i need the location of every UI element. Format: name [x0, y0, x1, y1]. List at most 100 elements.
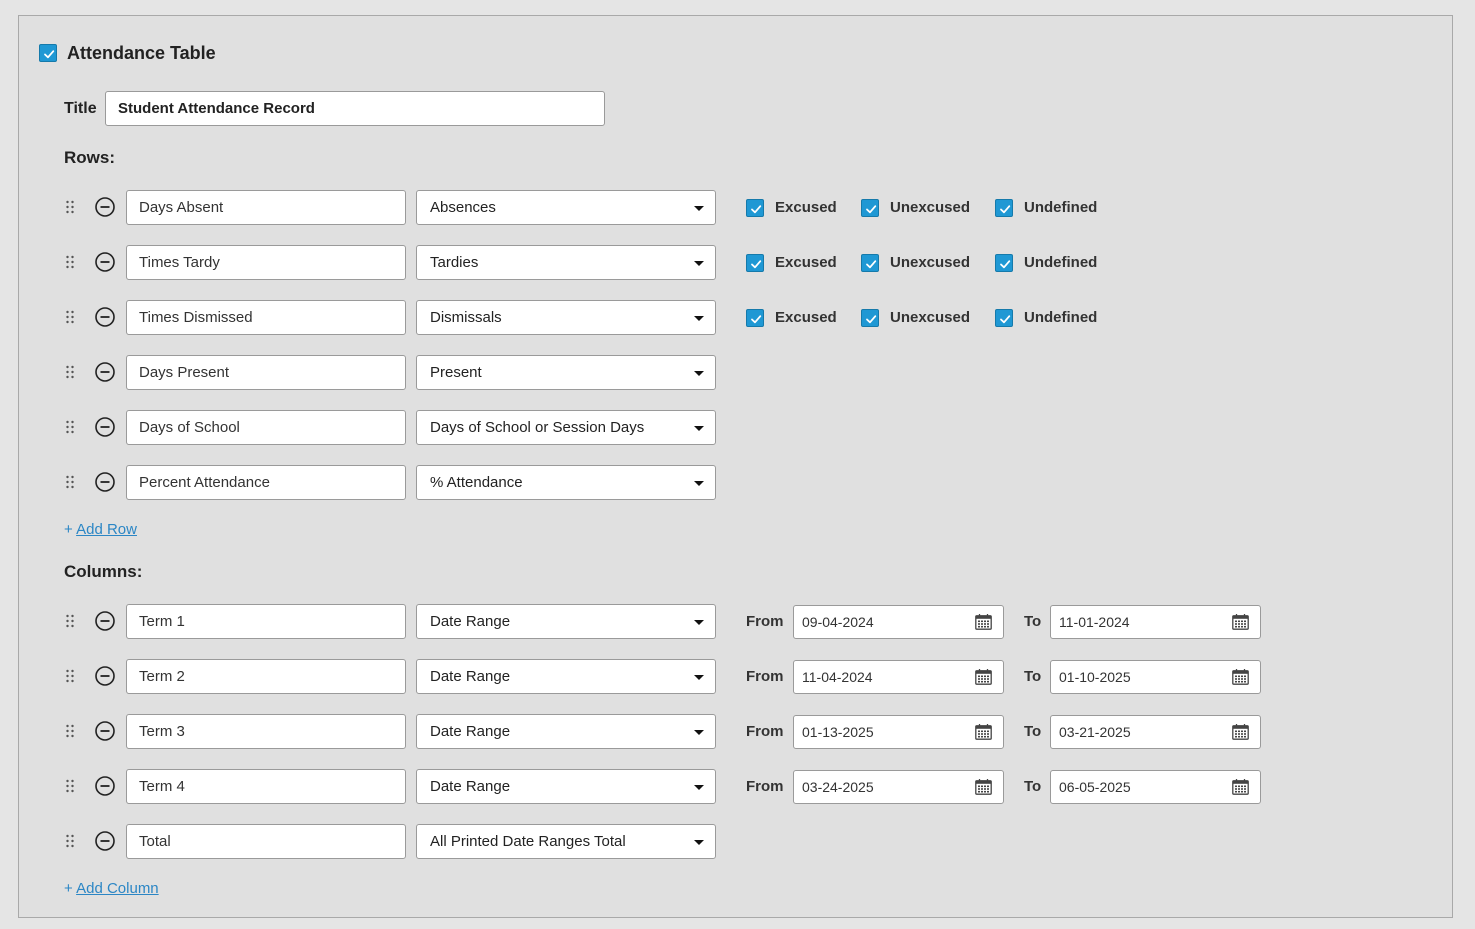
add-column-label: Add Column [76, 880, 159, 897]
calendar-icon[interactable] [975, 724, 992, 740]
remove-row-icon[interactable] [95, 417, 115, 437]
undefined-label: Undefined [1024, 254, 1098, 271]
row-label-input[interactable]: Percent Attendance [126, 465, 406, 500]
excused-label: Excused [775, 254, 837, 271]
row-type-select[interactable]: Days of School or Session Days [416, 410, 716, 445]
column-label-input[interactable]: Total [126, 824, 406, 859]
row-label-input[interactable]: Times Tardy [126, 245, 406, 280]
from-label: From [746, 778, 784, 795]
chevron-down-icon [694, 206, 704, 211]
remove-row-icon[interactable] [95, 307, 115, 327]
calendar-icon[interactable] [1232, 724, 1249, 740]
drag-handle-icon[interactable] [65, 779, 75, 793]
unexcused-checkbox[interactable] [861, 254, 879, 272]
row-type-select[interactable]: Absences [416, 190, 716, 225]
to-date-input[interactable]: 06-05-2025 [1050, 770, 1261, 804]
title-label: Title [64, 100, 97, 117]
remove-row-icon[interactable] [95, 252, 115, 272]
remove-row-icon[interactable] [95, 362, 115, 382]
chevron-down-icon [694, 840, 704, 845]
undefined-label: Undefined [1024, 199, 1098, 216]
drag-handle-icon[interactable] [65, 200, 75, 214]
remove-row-icon[interactable] [95, 472, 115, 492]
from-date-value: 09-04-2024 [802, 614, 874, 630]
to-label: To [1024, 668, 1042, 685]
column-type-select[interactable]: All Printed Date Ranges Total [416, 824, 716, 859]
row-type-value: Days of School or Session Days [430, 419, 645, 436]
to-date-input[interactable]: 11-01-2024 [1050, 605, 1261, 639]
drag-handle-icon[interactable] [65, 310, 75, 324]
column-label-input[interactable]: Term 1 [126, 604, 406, 639]
undefined-checkbox[interactable] [995, 254, 1013, 272]
column-type-select[interactable]: Date Range [416, 659, 716, 694]
rows-heading: Rows: [64, 148, 115, 167]
title-input[interactable]: Student Attendance Record [105, 91, 605, 126]
from-label: From [746, 668, 784, 685]
calendar-icon[interactable] [1232, 669, 1249, 685]
from-date-input[interactable]: 11-04-2024 [793, 660, 1004, 694]
excused-checkbox[interactable] [746, 309, 764, 327]
drag-handle-icon[interactable] [65, 669, 75, 683]
check-icon [749, 257, 763, 271]
drag-handle-icon[interactable] [65, 365, 75, 379]
excused-checkbox[interactable] [746, 199, 764, 217]
drag-handle-icon[interactable] [65, 475, 75, 489]
to-date-value: 03-21-2025 [1059, 724, 1131, 740]
calendar-icon[interactable] [975, 779, 992, 795]
row-label-input[interactable]: Days of School [126, 410, 406, 445]
remove-column-icon[interactable] [95, 611, 115, 631]
remove-column-icon[interactable] [95, 831, 115, 851]
add-row-link[interactable]: + Add Row [64, 520, 137, 540]
attendance-table-checkbox[interactable] [39, 44, 57, 62]
column-label-input[interactable]: Term 2 [126, 659, 406, 694]
calendar-icon[interactable] [1232, 779, 1249, 795]
check-icon [864, 202, 878, 216]
column-type-select[interactable]: Date Range [416, 714, 716, 749]
to-date-value: 06-05-2025 [1059, 779, 1131, 795]
check-icon [864, 312, 878, 326]
drag-handle-icon[interactable] [65, 724, 75, 738]
row-type-select[interactable]: Dismissals [416, 300, 716, 335]
calendar-icon[interactable] [975, 614, 992, 630]
undefined-checkbox[interactable] [995, 199, 1013, 217]
row-type-select[interactable]: % Attendance [416, 465, 716, 500]
section-title: Attendance Table [67, 43, 216, 63]
to-label: To [1024, 778, 1042, 795]
column-type-select[interactable]: Date Range [416, 604, 716, 639]
drag-handle-icon[interactable] [65, 255, 75, 269]
row-label-input[interactable]: Days Present [126, 355, 406, 390]
from-date-value: 03-24-2025 [802, 779, 874, 795]
excused-checkbox[interactable] [746, 254, 764, 272]
column-label-input[interactable]: Term 3 [126, 714, 406, 749]
unexcused-checkbox[interactable] [861, 309, 879, 327]
undefined-checkbox[interactable] [995, 309, 1013, 327]
column-label-input[interactable]: Term 4 [126, 769, 406, 804]
chevron-down-icon [694, 371, 704, 376]
remove-column-icon[interactable] [95, 666, 115, 686]
to-date-input[interactable]: 01-10-2025 [1050, 660, 1261, 694]
calendar-icon[interactable] [1232, 614, 1249, 630]
chevron-down-icon [694, 316, 704, 321]
row-type-select[interactable]: Tardies [416, 245, 716, 280]
row-label-input[interactable]: Times Dismissed [126, 300, 406, 335]
from-date-input[interactable]: 01-13-2025 [793, 715, 1004, 749]
row-label-input[interactable]: Days Absent [126, 190, 406, 225]
from-date-input[interactable]: 09-04-2024 [793, 605, 1004, 639]
remove-column-icon[interactable] [95, 776, 115, 796]
calendar-icon[interactable] [975, 669, 992, 685]
drag-handle-icon[interactable] [65, 420, 75, 434]
row-type-value: Tardies [430, 254, 479, 271]
to-date-input[interactable]: 03-21-2025 [1050, 715, 1261, 749]
from-date-input[interactable]: 03-24-2025 [793, 770, 1004, 804]
to-date-value: 11-01-2024 [1059, 614, 1130, 630]
remove-column-icon[interactable] [95, 721, 115, 741]
unexcused-checkbox[interactable] [861, 199, 879, 217]
drag-handle-icon[interactable] [65, 834, 75, 848]
chevron-down-icon [694, 620, 704, 625]
remove-row-icon[interactable] [95, 197, 115, 217]
column-type-select[interactable]: Date Range [416, 769, 716, 804]
drag-handle-icon[interactable] [65, 614, 75, 628]
row-type-select[interactable]: Present [416, 355, 716, 390]
add-column-link[interactable]: + Add Column [64, 879, 159, 899]
check-icon [998, 202, 1012, 216]
